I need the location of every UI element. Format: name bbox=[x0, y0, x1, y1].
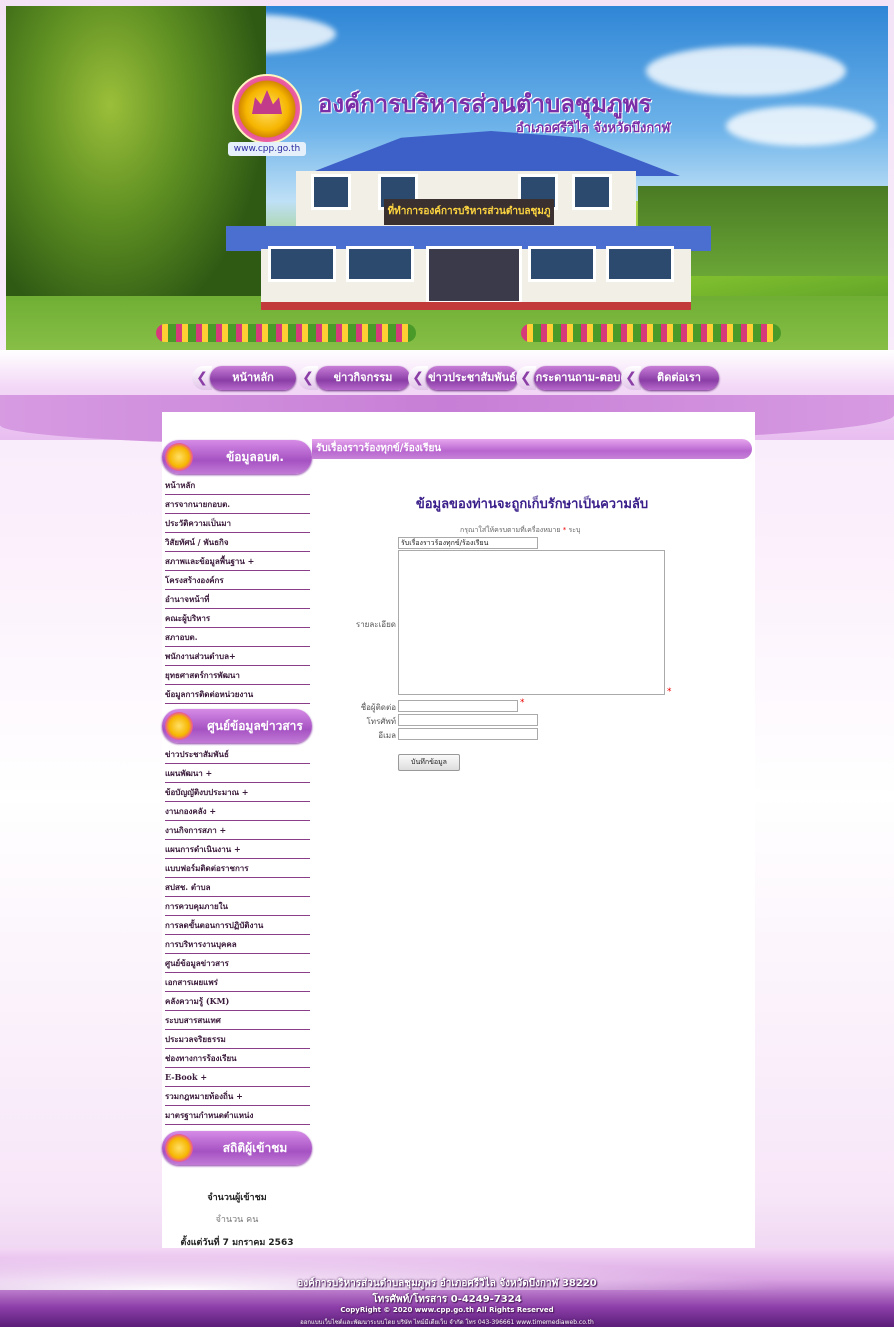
contact-name-input[interactable] bbox=[398, 700, 518, 712]
phone-label: โทรศัพท์ bbox=[366, 717, 397, 726]
sidebar-item[interactable]: วิสัยทัศน์ / พันธกิจ bbox=[165, 534, 310, 552]
email-input[interactable] bbox=[398, 728, 538, 740]
sidebar-item[interactable]: E-Book + bbox=[165, 1069, 310, 1087]
required-note: กรุณาใส่ให้ครบตามที่เครื่องหมาย * ระบุ bbox=[460, 525, 580, 536]
sidebar-header-news: ศูนย์ข้อมูลข่าวสาร bbox=[162, 709, 312, 743]
org-subtitle: อำเภอศรีวิไล จังหวัดบึงกาฬ bbox=[516, 121, 671, 136]
flower-bed bbox=[156, 324, 416, 342]
chevron-left-icon: ❮ bbox=[192, 366, 212, 390]
required-star: * bbox=[562, 526, 567, 534]
sidebar-item[interactable]: งานกองคลัง + bbox=[165, 803, 310, 821]
sidebar-item[interactable]: คณะผู้บริหาร bbox=[165, 610, 310, 628]
building-window bbox=[346, 246, 414, 282]
sidebar-item[interactable]: การควบคุมภายใน bbox=[165, 898, 310, 916]
footer-credit: ออกแบบเว็บไซต์และพัฒนาระบบโดย บริษัท ไทม… bbox=[300, 1319, 594, 1326]
sidebar-item[interactable]: โครงสร้างองค์กร bbox=[165, 572, 310, 590]
building-window bbox=[268, 246, 336, 282]
sidebar-item[interactable]: แผนการดำเนินงาน + bbox=[165, 841, 310, 859]
sidebar-item[interactable]: สปสช. ตำบล bbox=[165, 879, 310, 897]
phone-input[interactable] bbox=[398, 714, 538, 726]
sidebar-item[interactable]: ข่าวประชาสัมพันธ์ bbox=[165, 746, 310, 764]
org-seal-logo bbox=[232, 74, 302, 144]
sidebar-item[interactable]: ข้อบัญญัติงบประมาณ + bbox=[165, 784, 310, 802]
sidebar-header-info: ข้อมูลอบต. bbox=[162, 440, 312, 474]
building-window bbox=[311, 174, 351, 210]
required-star: * bbox=[667, 687, 672, 697]
building-entrance bbox=[426, 246, 522, 304]
sidebar-item[interactable]: ประวัติความเป็นมา bbox=[165, 515, 310, 533]
sidebar-item[interactable]: ข้อมูลการติดต่อหน่วยงาน bbox=[165, 686, 310, 704]
subject-input[interactable] bbox=[398, 537, 538, 549]
sidebar-item[interactable]: รวมกฎหมายท้องถิ่น + bbox=[165, 1088, 310, 1106]
detail-label: รายละเอียด bbox=[355, 620, 396, 629]
visitor-since: ตั้งแต่วันที่ 7 มกราคม 2563 bbox=[180, 1238, 294, 1248]
nav-qa-board[interactable]: กระดานถาม-ตอบ bbox=[534, 366, 622, 390]
footer-copyright: CopyRight © 2020 www.cpp.go.th All Right… bbox=[340, 1306, 554, 1314]
sidebar-item[interactable]: แบบฟอร์มติดต่อราชการ bbox=[165, 860, 310, 878]
trees-left bbox=[6, 6, 266, 336]
seal-icon bbox=[165, 712, 193, 740]
sidebar-item[interactable]: หน้าหลัก bbox=[165, 477, 310, 495]
nav-announcements[interactable]: ข่าวประชาสัมพันธ์ bbox=[426, 366, 518, 390]
nav-activities[interactable]: ข่าวกิจกรรม bbox=[316, 366, 410, 390]
sidebar-item[interactable]: มาตรฐานกำหนดตำแหน่ง bbox=[165, 1107, 310, 1125]
contact-label: ชื่อผู้ติดต่อ bbox=[360, 703, 396, 712]
website-url[interactable]: www.cpp.go.th bbox=[228, 142, 306, 156]
flower-bed bbox=[521, 324, 781, 342]
confidential-notice: ข้อมูลของท่านจะถูกเก็บรักษาเป็นความลับ bbox=[415, 497, 649, 512]
sidebar-item[interactable]: สภาพและข้อมูลพื้นฐาน + bbox=[165, 553, 310, 571]
sidebar-item[interactable]: อำนาจหน้าที่ bbox=[165, 591, 310, 609]
header-banner: ที่ทำการองค์การบริหารส่วนตำบลชุมภูพร www… bbox=[6, 6, 888, 361]
sidebar-item[interactable]: พนักงานส่วนตำบล+ bbox=[165, 648, 310, 666]
building-sign: ที่ทำการองค์การบริหารส่วนตำบลชุมภูพร bbox=[384, 199, 554, 243]
sidebar-item[interactable]: ระบบสารสนเทศ bbox=[165, 1012, 310, 1030]
required-note-text: กรุณาใส่ให้ครบตามที่เครื่องหมาย bbox=[460, 526, 561, 534]
building-window bbox=[572, 174, 612, 210]
sidebar-item[interactable]: การลดขั้นตอนการปฏิบัติงาน bbox=[165, 917, 310, 935]
submit-button[interactable]: บันทึกข้อมูล bbox=[398, 754, 460, 771]
chevron-left-icon: ❮ bbox=[408, 366, 428, 390]
sidebar-item[interactable]: แผนพัฒนา + bbox=[165, 765, 310, 783]
building-window bbox=[606, 246, 674, 282]
nav-contact[interactable]: ติดต่อเรา bbox=[639, 366, 719, 390]
sidebar-item[interactable]: เอกสารเผยแพร่ bbox=[165, 974, 310, 992]
sidebar-item[interactable]: การบริหารงานบุคคล bbox=[165, 936, 310, 954]
sidebar-item[interactable]: สารจากนายกอบต. bbox=[165, 496, 310, 514]
email-label: อีเมล bbox=[378, 731, 396, 740]
nav-home[interactable]: หน้าหลัก bbox=[210, 366, 296, 390]
chevron-left-icon: ❮ bbox=[621, 366, 641, 390]
sidebar-item[interactable]: สภาอบต. bbox=[165, 629, 310, 647]
sidebar-item[interactable]: คลังความรู้ (KM) bbox=[165, 993, 310, 1011]
footer-phone: โทรศัพท์/โทรสาร 0-4249-7324 bbox=[372, 1294, 522, 1305]
sidebar-item[interactable]: ศูนย์ข้อมูลข่าวสาร bbox=[165, 955, 310, 973]
detail-textarea[interactable] bbox=[398, 550, 665, 695]
sidebar-item[interactable]: ประมวลจริยธรรม bbox=[165, 1031, 310, 1049]
section-title: รับเรื่องราวร้องทุกข์/ร้องเรียน bbox=[312, 439, 752, 459]
footer-address: องค์การบริหารส่วนตำบลชุมภูพร อำเภอศรีวิไ… bbox=[297, 1278, 597, 1289]
required-note-tail: ระบุ bbox=[568, 526, 581, 534]
chevron-left-icon: ❮ bbox=[516, 366, 536, 390]
required-star: * bbox=[520, 698, 525, 708]
chevron-left-icon: ❮ bbox=[298, 366, 318, 390]
sidebar-header-stats: สถิติผู้เข้าชม bbox=[162, 1131, 312, 1165]
visitor-count-label: จำนวนผู้เข้าชม bbox=[207, 1193, 267, 1203]
building-window bbox=[528, 246, 596, 282]
sidebar-item[interactable]: งานกิจการสภา + bbox=[165, 822, 310, 840]
seal-icon bbox=[165, 443, 193, 471]
page: ที่ทำการองค์การบริหารส่วนตำบลชุมภูพร www… bbox=[0, 0, 894, 1327]
sidebar-item[interactable]: ยุทธศาสตร์การพัฒนา bbox=[165, 667, 310, 685]
building-stripe bbox=[261, 302, 691, 310]
sidebar-item[interactable]: ช่องทางการร้องเรียน bbox=[165, 1050, 310, 1068]
visitor-count: จำนวน คน bbox=[215, 1215, 259, 1225]
seal-icon bbox=[165, 1134, 193, 1162]
